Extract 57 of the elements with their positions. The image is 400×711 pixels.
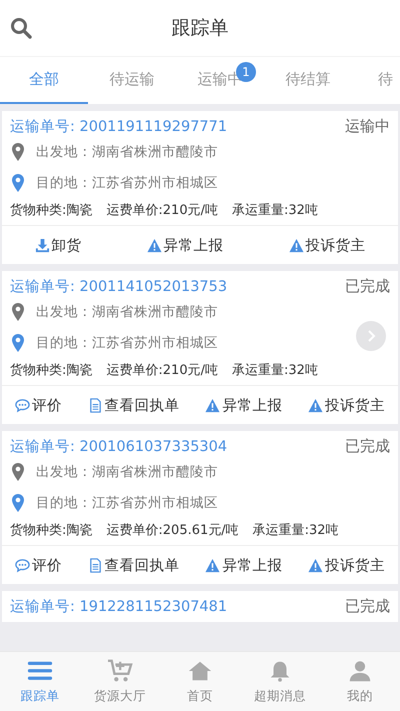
- action-button[interactable]: 查看回执单: [84, 556, 184, 574]
- location-pin-icon: [12, 494, 24, 512]
- speech-bubble-icon: [14, 558, 30, 572]
- cargo-type: 货物种类:陶瓷: [10, 362, 92, 379]
- chevron-right-icon: [366, 329, 376, 343]
- warning-icon: [308, 398, 324, 412]
- order-status: 已完成: [345, 437, 390, 456]
- order-number: 运输单号: 2001061037335304: [10, 438, 228, 456]
- origin-text: 出发地：湖南省株洲市醴陵市: [36, 462, 218, 480]
- action-button[interactable]: 异常上报: [201, 556, 286, 574]
- location-pin-icon: [12, 462, 24, 480]
- destination-text: 目的地：江苏省苏州市相城区: [36, 334, 218, 352]
- action-button[interactable]: 异常上报: [142, 236, 228, 254]
- person-icon: [347, 658, 373, 682]
- cargo-weight: 承运重量:32吨: [232, 362, 318, 379]
- unit-price: 运费单价:210元/吨: [106, 202, 218, 219]
- warning-icon: [146, 238, 162, 252]
- download-icon: [34, 238, 50, 252]
- warning-icon: [205, 558, 220, 572]
- origin-text: 出发地：湖南省株洲市醴陵市: [36, 142, 218, 160]
- action-button[interactable]: 投诉货主: [304, 556, 390, 574]
- origin-text: 出发地：湖南省株洲市醴陵市: [36, 302, 218, 320]
- cargo-type: 货物种类:陶瓷: [10, 522, 92, 539]
- action-button[interactable]: 投诉货主: [304, 396, 390, 414]
- order-number: 运输单号: 2001141052013753: [10, 278, 228, 296]
- unit-price: 运费单价:205.61元/吨: [106, 522, 239, 539]
- order-status: 已完成: [345, 277, 390, 296]
- search-icon[interactable]: [10, 17, 32, 39]
- cargo-weight: 承运重量:32吨: [252, 522, 339, 539]
- unit-price: 运费单价:210元/吨: [106, 362, 218, 379]
- destination-text: 目的地：江苏省苏州市相城区: [36, 174, 218, 192]
- document-icon: [88, 558, 103, 572]
- order-status: 运输中: [345, 117, 390, 136]
- cargo-weight: 承运重量:32吨: [232, 202, 318, 219]
- page-title: 跟踪单: [172, 17, 228, 39]
- cart-plus-icon: [107, 658, 133, 682]
- menu-icon: [27, 658, 53, 682]
- location-pin-icon: [12, 142, 24, 160]
- destination-text: 目的地：江苏省苏州市相城区: [36, 494, 218, 512]
- action-button[interactable]: 评价: [10, 556, 66, 574]
- speech-bubble-icon: [14, 398, 30, 412]
- action-button[interactable]: 评价: [10, 396, 66, 414]
- action-button[interactable]: 投诉货主: [284, 236, 370, 254]
- warning-icon: [308, 558, 324, 572]
- location-pin-icon: [12, 174, 24, 192]
- cargo-type: 货物种类:陶瓷: [10, 202, 92, 219]
- action-button[interactable]: 异常上报: [201, 396, 286, 414]
- document-icon: [88, 398, 103, 412]
- order-status: 已完成: [345, 597, 390, 616]
- location-pin-icon: [12, 334, 24, 352]
- action-button[interactable]: 查看回执单: [84, 396, 184, 414]
- warning-icon: [288, 238, 304, 252]
- order-number: 运输单号: 1912281152307481: [10, 598, 228, 616]
- action-button[interactable]: 卸货: [30, 236, 86, 254]
- warning-icon: [205, 398, 220, 412]
- order-number: 运输单号: 2001191119297771: [10, 118, 228, 136]
- location-pin-icon: [12, 302, 24, 320]
